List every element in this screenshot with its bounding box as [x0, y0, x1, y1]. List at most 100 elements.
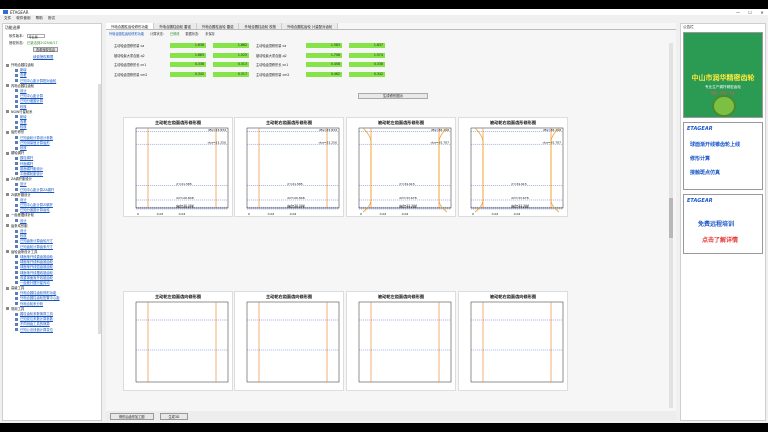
tree-label: 齿轮齿条设计工具 [11, 249, 38, 254]
tree-label: 锥面蜗杆副设计 [20, 166, 44, 171]
tab-reynolds-1[interactable]: 外啮合圆柱齿轮 雷诺 [154, 23, 197, 29]
param-label: 主动轮齿顶修形量 cm2 [256, 72, 290, 77]
close-button[interactable]: ✕ [756, 10, 768, 15]
app-window: ETAGEAR — ☐ ✕ 文件 软件使用 帮助 测试 功能选择 软件版本: 专… [0, 9, 768, 423]
tab-reynolds-2[interactable]: 外啮合圆柱齿轮 雷诺 [196, 23, 240, 29]
main-scrollbar[interactable] [669, 43, 673, 408]
chart-plot: dFa=36.268dca=35.787d'=34.915dcf=33.678d… [470, 127, 564, 216]
tool-icon [15, 312, 18, 316]
tree-label: 双重球面渐开线锥齿轮 [20, 275, 53, 280]
diameter-label: dfs=33.296 [399, 205, 417, 209]
ad-company-name: 中山市润华精密齿轮 [691, 74, 755, 82]
tree-label: 不同测齿工具的换算 [20, 322, 50, 327]
tool-icon [15, 162, 18, 166]
param-value: 1.636 [170, 43, 206, 49]
tool-icon [15, 68, 18, 72]
menu-test[interactable]: 测试 [48, 16, 55, 21]
notice-header: 公告栏 [683, 25, 694, 29]
maximize-button[interactable]: ☐ [744, 10, 756, 15]
renew-license-link[interactable]: 续费授权期限 [33, 54, 53, 59]
tab-modification[interactable]: 外啮合圆柱齿轮修形功能 [106, 23, 155, 29]
tree-label: 球面渐开线直齿锥齿轮 [20, 254, 53, 259]
table-row: 主动轮齿顶修形量 ca 1.636 1.862 主动轮齿顶修形量 ca 1.583 1.8… [114, 41, 494, 51]
brand-logo: ETAGEAR [687, 198, 713, 204]
tree-label: 圆柱蜗杆 [20, 156, 34, 161]
tree-label: 已知中心距计算ZA蜗杆 [20, 187, 55, 192]
calc-status-label: 计算状态: [150, 32, 164, 36]
folder-icon [6, 151, 9, 155]
tree-label: 查看 [20, 73, 27, 78]
folder-icon [6, 177, 9, 181]
tree-label: 圆柱齿轮参数换算工具 [20, 312, 53, 316]
tree-label: 蜗轮蜗杆 [11, 151, 25, 156]
tool-icon [15, 94, 18, 98]
tree-label: 已知测量值计算齿形 [20, 140, 50, 145]
tree-label: 已知变位系数计算参数 [20, 317, 53, 322]
tool-icon [15, 302, 18, 306]
tree-label: 外啮合圆柱齿轮修形功能 [20, 291, 57, 296]
license-label: 授权状态: [9, 41, 24, 45]
tree-label: 高级工具 [11, 286, 25, 291]
tree-label: 已知公法线值计算变位 [20, 327, 53, 332]
x-tick-label: 0.04 [514, 212, 521, 216]
menu-file[interactable]: 文件 [4, 16, 11, 21]
generate-diagram-button[interactable]: 生成修形图示 [358, 93, 428, 99]
x-tick-label: 0.02 [268, 212, 275, 216]
diameter-label: dcf=33.678 [399, 196, 417, 200]
generate-3d-button[interactable]: 生成3D [159, 412, 189, 420]
menu-help[interactable]: 帮助 [36, 16, 43, 21]
param-value: 0.313 [213, 62, 249, 68]
tool-icon [15, 265, 18, 269]
tree-label: ZA蜗杆副设计 [11, 177, 32, 182]
tree-label: 外啮合圆柱齿轮配置中心距 [20, 296, 60, 301]
diameter-label: dca=35.787 [431, 140, 449, 144]
folder-icon [6, 286, 9, 290]
plot-frame [470, 301, 564, 383]
lead-chart: 被动轮右齿面齿向修形图 [458, 291, 568, 391]
tree-item[interactable]: 已知公法线值计算变位 [3, 328, 101, 333]
tool-icon [15, 146, 18, 150]
tool-icon [15, 79, 18, 83]
diameter-label: dcf=20.848 [176, 196, 194, 200]
folder-icon [6, 84, 9, 88]
bottom-toolbar: 修形后齿形加工图 生成3D [106, 411, 676, 421]
tab-check[interactable]: 外啮合圆柱齿轮 校核 [239, 23, 283, 29]
profile-chart: 主动轮左齿面齿形修形图 dFa=23.834 dca=23.256 d'=21.585… [123, 117, 233, 217]
tree-label: ZI蜗杆副设计 [11, 192, 31, 197]
panel-header: 功能选择 [5, 25, 21, 30]
tool-icon [15, 328, 18, 332]
tool-icon [15, 239, 18, 243]
ad-banner-features[interactable]: ETAGEAR 球面渐开线锥齿轮上线 修形计算 接触斑点仿真 [683, 122, 763, 190]
data-status-label: 数据状态: [185, 32, 200, 36]
view-license-button[interactable]: 查看授权信息 [33, 47, 59, 52]
tool-icon [15, 281, 18, 285]
tool-icon [15, 322, 18, 326]
profile-chart: 被动轮右齿面齿形修形图 dFa=36.268 dca=35.787 d'=34.915… [458, 117, 568, 217]
tool-icon [15, 125, 18, 129]
tree-label: 设计 [20, 218, 27, 223]
gear-icon [712, 95, 736, 117]
chart-plot [470, 301, 564, 383]
ad-banner-training[interactable]: ETAGEAR 免费远程培训 点击了解详情 [683, 194, 763, 254]
diameter-label: dFa=23.834 [319, 128, 337, 132]
folder-icon [6, 193, 9, 197]
tree-label: 校核 [20, 125, 27, 130]
data-status-value: 未保存 [205, 32, 215, 36]
minimize-button[interactable]: — [732, 10, 744, 15]
menu-usage[interactable]: 软件使用 [16, 16, 30, 21]
tab-pairing[interactable]: 外啮合圆柱齿轮 计量配对齿轮 [282, 23, 339, 29]
left-scrollbar[interactable] [98, 84, 101, 334]
diameter-label: dFa=23.834 [208, 128, 226, 132]
tree-label: 设计 [20, 88, 27, 93]
tool-icon [15, 182, 18, 186]
ad-banner-gear-company[interactable]: 中山市润华精密齿轮 专业生产蜗杆精密齿轮 精密 | 可靠 | 专业 [683, 32, 763, 118]
tree-label: 常用工具 [11, 306, 25, 311]
tool-icon [15, 73, 18, 77]
ad-line: 球面渐开线锥齿轮上线 [690, 142, 741, 148]
tree-label: 设计 [20, 182, 27, 187]
version-select[interactable]: 专业版 [26, 33, 45, 39]
scroll-thumb[interactable] [669, 198, 673, 238]
chart-plot [358, 301, 452, 383]
machining-drawing-button[interactable]: 修形后齿形加工图 [110, 412, 154, 420]
param-value: 1.862 [213, 43, 249, 49]
